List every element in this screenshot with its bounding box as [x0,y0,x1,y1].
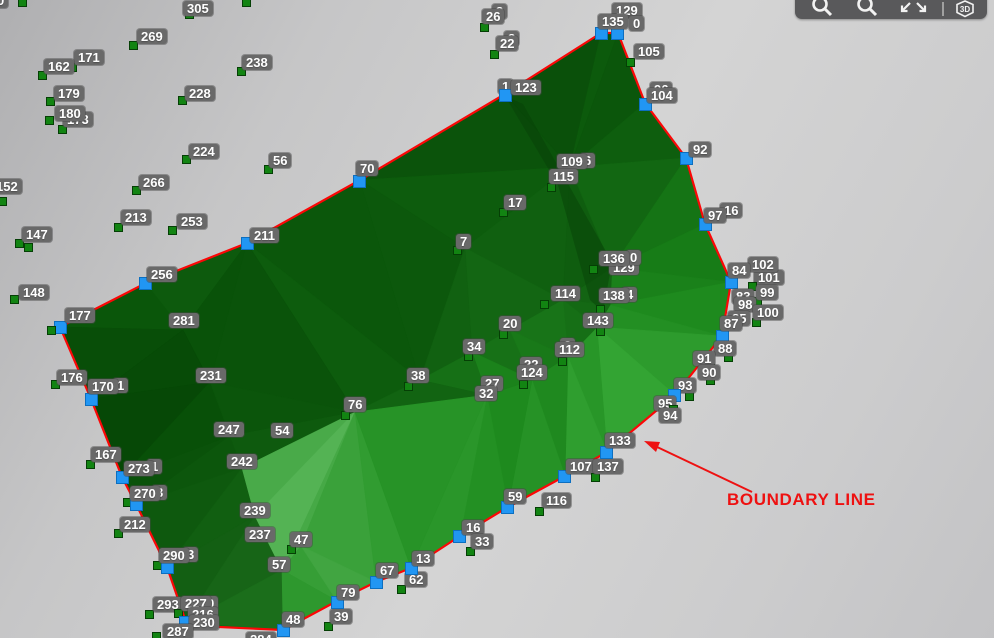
terrain-facets [60,33,731,630]
zoom-extents-tool[interactable] [902,3,925,11]
tin-surface-svg: BOUNDARY LINE [0,0,994,638]
svg-text:3D: 3D [960,5,970,14]
zoom-in-tool[interactable] [814,0,832,15]
boundary-annotation-arrow[interactable] [644,441,752,492]
cad-viewport[interactable]: BOUNDARY LINE 03052691711621791731802382… [0,0,994,638]
zoom-out-tool[interactable] [859,0,877,15]
boundary-annotation-label[interactable]: BOUNDARY LINE [727,490,876,509]
view-3d-tool[interactable]: 3D [957,1,973,17]
view-toolbar: 3D [795,0,987,19]
